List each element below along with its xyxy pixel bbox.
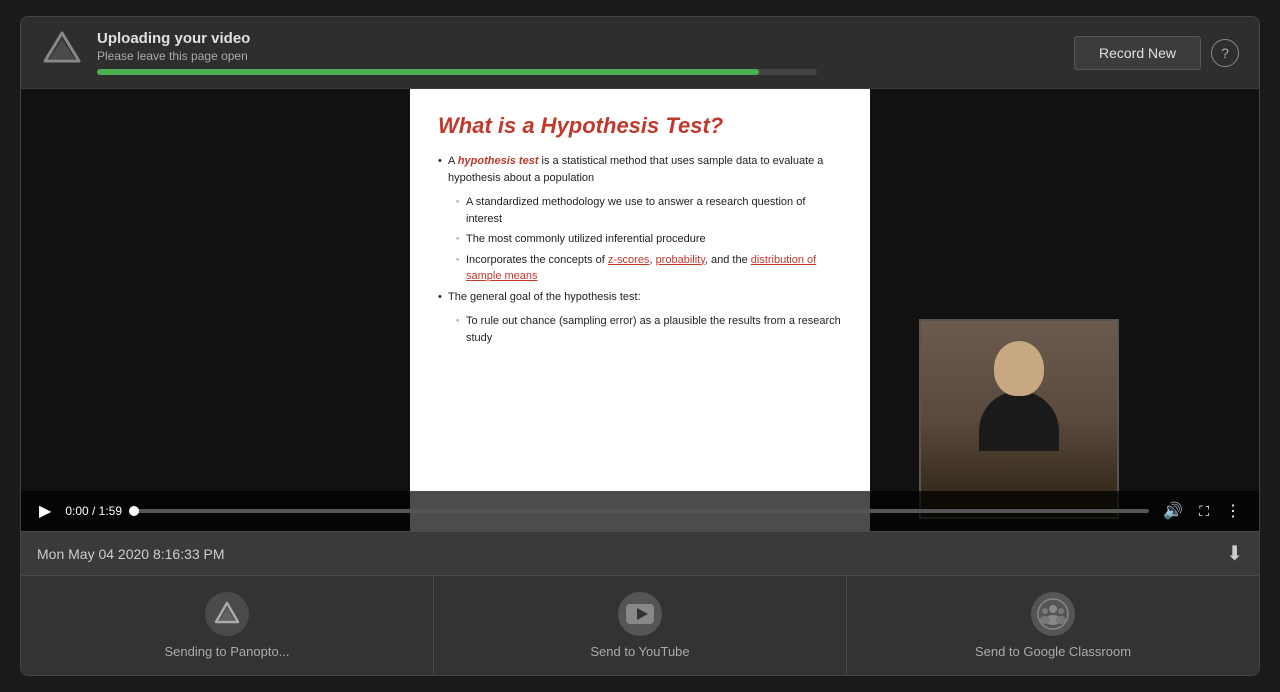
fullscreen-icon: ⛶: [1199, 503, 1209, 520]
google-classroom-label: Send to Google Classroom: [975, 644, 1131, 659]
slide-body: A hypothesis test is a statistical metho…: [438, 153, 842, 346]
slide-title: What is a Hypothesis Test?: [438, 113, 842, 139]
person-head: [994, 341, 1044, 396]
youtube-label: Send to YouTube: [590, 644, 689, 659]
google-classroom-icon: [1031, 592, 1075, 636]
more-options-icon: ⋮: [1225, 501, 1241, 521]
more-options-button[interactable]: ⋮: [1223, 499, 1243, 523]
upload-title: Uploading your video: [97, 30, 817, 47]
progress-bar-fill: [97, 69, 759, 75]
time-display: 0:00 / 1:59: [65, 504, 122, 518]
panopto-icon: [205, 592, 249, 636]
header: Uploading your video Please leave this p…: [21, 17, 1259, 89]
webcam-overlay: [919, 319, 1119, 519]
slide-bullet-1: A hypothesis test is a statistical metho…: [438, 153, 842, 186]
seek-bar[interactable]: [134, 509, 1149, 513]
panopto-label: Sending to Panopto...: [164, 644, 289, 659]
header-right: Record New ?: [1074, 36, 1239, 70]
slide-bullet-2-sub1: To rule out chance (sampling error) as a…: [456, 313, 842, 346]
panopto-logo: [41, 29, 83, 76]
download-icon: ⬇: [1226, 543, 1243, 565]
webcam-person: [921, 321, 1117, 517]
youtube-icon: [618, 592, 662, 636]
seek-dot: [129, 506, 139, 516]
person-silhouette: [979, 341, 1059, 451]
slide-bullet-1-sub2: The most commonly utilized inferential p…: [456, 231, 842, 248]
send-to-google-classroom-button[interactable]: Send to Google Classroom: [847, 576, 1259, 675]
help-icon[interactable]: ?: [1211, 39, 1239, 67]
volume-button[interactable]: 🔊: [1161, 499, 1185, 523]
fullscreen-button[interactable]: ⛶: [1197, 501, 1211, 522]
slide-bullet-1-sub1: A standardized methodology we use to ans…: [456, 194, 842, 227]
share-row: Sending to Panopto... Send to YouTube: [21, 575, 1259, 675]
slide-bullet-1-sub3: Incorporates the concepts of z-scores, p…: [456, 252, 842, 285]
video-area: What is a Hypothesis Test? A hypothesis …: [21, 89, 1259, 531]
slide-frame: What is a Hypothesis Test? A hypothesis …: [410, 89, 870, 531]
slide-bullet-2: The general goal of the hypothesis test:: [438, 289, 842, 306]
send-to-youtube-button[interactable]: Send to YouTube: [434, 576, 847, 675]
upload-subtitle: Please leave this page open: [97, 49, 817, 63]
app-window: Uploading your video Please leave this p…: [20, 16, 1260, 676]
upload-info: Uploading your video Please leave this p…: [97, 30, 817, 75]
send-to-panopto-button[interactable]: Sending to Panopto...: [21, 576, 434, 675]
recording-date: Mon May 04 2020 8:16:33 PM: [37, 546, 225, 562]
video-controls: ▶ 0:00 / 1:59 🔊 ⛶ ⋮: [21, 491, 1259, 531]
bottom-bar: Mon May 04 2020 8:16:33 PM ⬇: [21, 531, 1259, 575]
download-button[interactable]: ⬇: [1226, 541, 1243, 566]
record-new-button[interactable]: Record New: [1074, 36, 1201, 70]
play-icon: ▶: [39, 501, 51, 521]
header-left: Uploading your video Please leave this p…: [41, 29, 817, 76]
play-button[interactable]: ▶: [37, 499, 53, 523]
progress-bar-container: [97, 69, 817, 75]
volume-icon: 🔊: [1163, 501, 1183, 521]
person-body: [979, 391, 1059, 451]
